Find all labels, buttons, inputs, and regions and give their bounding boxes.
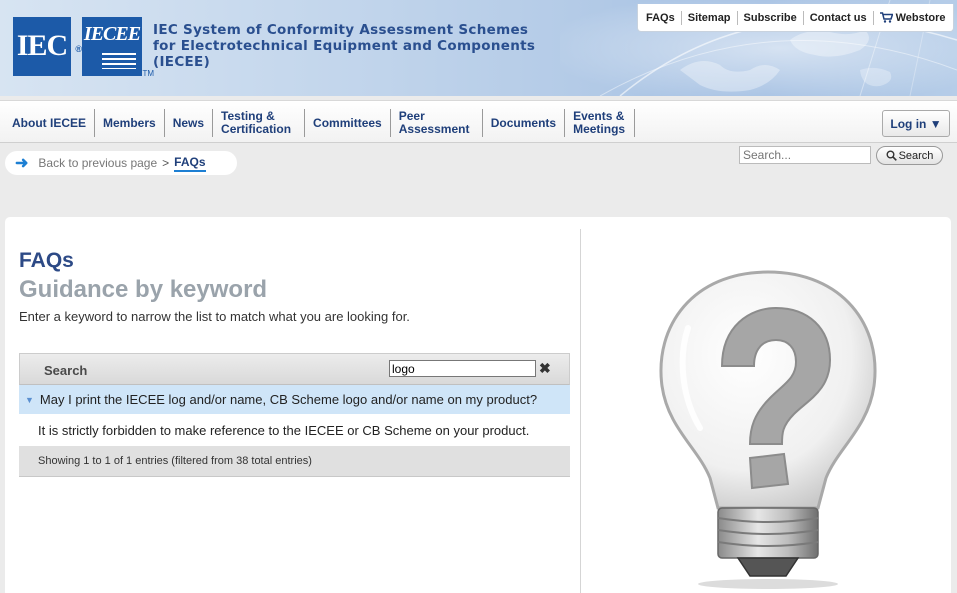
faq-question-row[interactable]: ▼ May I print the IECEE log and/or name,…	[19, 385, 570, 414]
intro-text: Enter a keyword to narrow the list to ma…	[19, 309, 410, 324]
top-link-sitemap[interactable]: Sitemap	[682, 10, 738, 25]
faq-answer-row: It is strictly forbidden to make referen…	[19, 414, 570, 446]
back-arrow-icon[interactable]: ➜	[15, 153, 28, 173]
page-title: FAQs	[19, 249, 74, 272]
question-lightbulb-image	[659, 270, 877, 589]
webstore-label: Webstore	[895, 11, 946, 24]
top-links: FAQs Sitemap Subscribe Contact us Websto…	[637, 4, 955, 32]
nav-about-iecee[interactable]: About IECEE	[4, 109, 95, 137]
faq-table-header: Search ✖	[19, 353, 570, 385]
site-search-input[interactable]	[739, 146, 871, 164]
clear-filter-icon[interactable]: ✖	[539, 360, 551, 377]
organization-title: IEC System of Conformity Assessment Sche…	[153, 22, 536, 70]
breadcrumb-current: FAQs	[174, 155, 206, 172]
nav-committees[interactable]: Committees	[305, 109, 391, 137]
top-link-subscribe[interactable]: Subscribe	[738, 10, 804, 25]
nav-members[interactable]: Members	[95, 109, 165, 137]
column-divider	[580, 229, 581, 593]
main-navigation: About IECEE Members News Testing & Certi…	[0, 100, 957, 143]
nav-documents[interactable]: Documents	[483, 109, 566, 137]
iec-logo-text: IEC	[16, 29, 68, 62]
top-link-webstore[interactable]: Webstore	[874, 11, 952, 25]
nav-testing-certification[interactable]: Testing & Certification	[213, 109, 306, 137]
page-subtitle: Guidance by keyword	[19, 276, 268, 303]
iecee-logo[interactable]: IECEE TM	[82, 17, 154, 78]
site-search-button-label: Search	[898, 149, 934, 162]
iecee-logo-text: IECEE	[83, 23, 141, 45]
registered-mark: ®	[75, 44, 82, 54]
top-link-faqs[interactable]: FAQs	[640, 10, 682, 25]
header-banner: IEC ® IECEE TM IEC System of Conformity …	[0, 0, 957, 96]
faq-question-text: May I print the IECEE log and/or name, C…	[39, 392, 538, 407]
table-info-footer: Showing 1 to 1 of 1 entries (filtered fr…	[19, 446, 570, 477]
nav-peer-assessment[interactable]: Peer Assessment	[391, 109, 483, 137]
magnifier-icon	[886, 150, 897, 161]
login-button[interactable]: Log in ▼	[882, 110, 950, 137]
breadcrumb-separator: >	[162, 156, 170, 170]
table-search-label: Search	[44, 363, 88, 378]
cart-icon	[879, 12, 893, 23]
expanded-triangle-icon: ▼	[25, 394, 34, 405]
nav-news[interactable]: News	[165, 109, 214, 137]
site-search-button[interactable]: Search	[876, 146, 943, 165]
iec-logo[interactable]: IEC ®	[13, 17, 82, 76]
back-link[interactable]: Back to previous page	[38, 156, 157, 170]
trademark-mark: TM	[142, 69, 154, 78]
breadcrumb: ➜ Back to previous page > FAQs	[5, 151, 237, 175]
faq-filter-input[interactable]	[389, 360, 536, 377]
nav-events-meetings[interactable]: Events & Meetings	[565, 109, 636, 137]
iecee-logo-lines	[102, 53, 136, 69]
top-link-contact-us[interactable]: Contact us	[804, 10, 874, 25]
faq-answer-text: It is strictly forbidden to make referen…	[38, 422, 530, 438]
faq-table: Search ✖ ▼ May I print the IECEE log and…	[19, 353, 570, 477]
